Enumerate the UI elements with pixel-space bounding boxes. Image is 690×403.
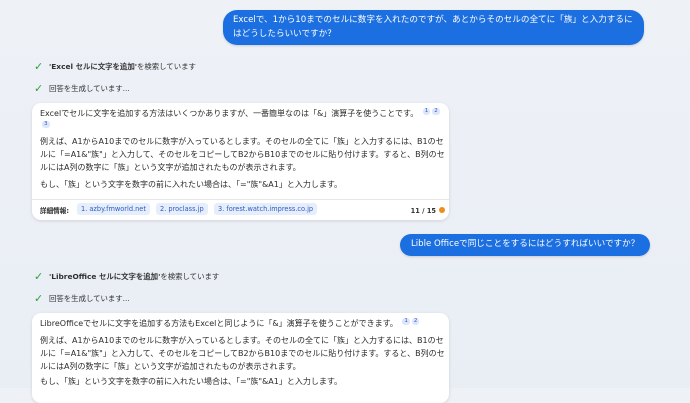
citation-badge[interactable]: 2 <box>411 318 420 326</box>
source-link[interactable]: 1. azby.fmworld.net <box>77 203 150 215</box>
search-status: ✓ 'LibreOffice セルに文字を追加' を検索しています <box>34 270 219 283</box>
check-icon: ✓ <box>34 292 44 305</box>
user-message-text: Lible Officeで同じことをするにはどうすればいいですか？ <box>411 239 640 249</box>
search-suffix: を検索しています <box>160 272 220 281</box>
generating-text: 回答を生成しています... <box>49 84 130 93</box>
search-query: 'Excel セルに文字を追加' <box>49 62 137 71</box>
check-icon: ✓ <box>34 270 44 283</box>
check-icon: ✓ <box>34 60 44 73</box>
generating-status: ✓ 回答を生成しています... <box>34 292 130 305</box>
citation-badge[interactable]: 1 <box>402 318 410 326</box>
citation-badge[interactable]: 1 <box>422 108 431 116</box>
user-message: Lible Officeで同じことをするにはどうすればいいですか？ <box>400 234 651 256</box>
answer-paragraph: 例えば、A1からA10までのセルに数字が入っているとします。そのセルの全てに「族… <box>40 137 445 172</box>
answer-paragraph: もし、「族」という文字を数字の前に入れたい場合は、「="族"&A1」と入力します… <box>40 180 343 189</box>
answer-paragraph: もし、「族」という文字を数字の前に入れたい場合は、「="族"&A1」と入力します… <box>40 377 343 386</box>
check-icon: ✓ <box>34 82 44 95</box>
turn-counter: 11 / 15 <box>410 207 436 215</box>
answer-intro: Excelでセルに文字を追加する方法はいくつかありますが、一番簡単なのは「&」演… <box>40 108 440 129</box>
citation-badge[interactable]: 2 <box>432 108 440 116</box>
learn-more-bar: 詳細情報: 1. azby.fmworld.net 2. proclass.jp… <box>32 199 449 221</box>
answer-intro: LibreOfficeでセルに文字を追加する方法もExcelと同じように「&」演… <box>40 318 420 328</box>
generating-status: ✓ 回答を生成しています... <box>34 82 130 95</box>
user-message-text: Excelで、1から10までのセルに数字を入れたのですが、あとからそのセルの全て… <box>233 15 633 39</box>
assistant-answer: LibreOfficeでセルに文字を追加する方法もExcelと同じように「&」演… <box>32 313 449 403</box>
search-query: 'LibreOffice セルに文字を追加' <box>49 272 161 281</box>
citation-badge[interactable]: 3 <box>42 121 50 129</box>
learn-more-label: 詳細情報: <box>40 207 70 215</box>
generating-text: 回答を生成しています... <box>49 294 130 303</box>
counter-dot-icon <box>439 207 445 213</box>
search-suffix: を検索しています <box>136 62 196 71</box>
source-link[interactable]: 2. proclass.jp <box>156 203 208 215</box>
source-link[interactable]: 3. forest.watch.impress.co.jp <box>214 203 318 215</box>
answer-paragraph: 例えば、A1からA10までのセルに数字が入っているとします。そのセルの全てに「族… <box>40 336 445 371</box>
user-message: Excelで、1から10までのセルに数字を入れたのですが、あとからそのセルの全て… <box>223 10 644 45</box>
search-status: ✓ 'Excel セルに文字を追加' を検索しています <box>34 60 196 73</box>
assistant-answer: Excelでセルに文字を追加する方法はいくつかありますが、一番簡単なのは「&」演… <box>32 103 449 220</box>
